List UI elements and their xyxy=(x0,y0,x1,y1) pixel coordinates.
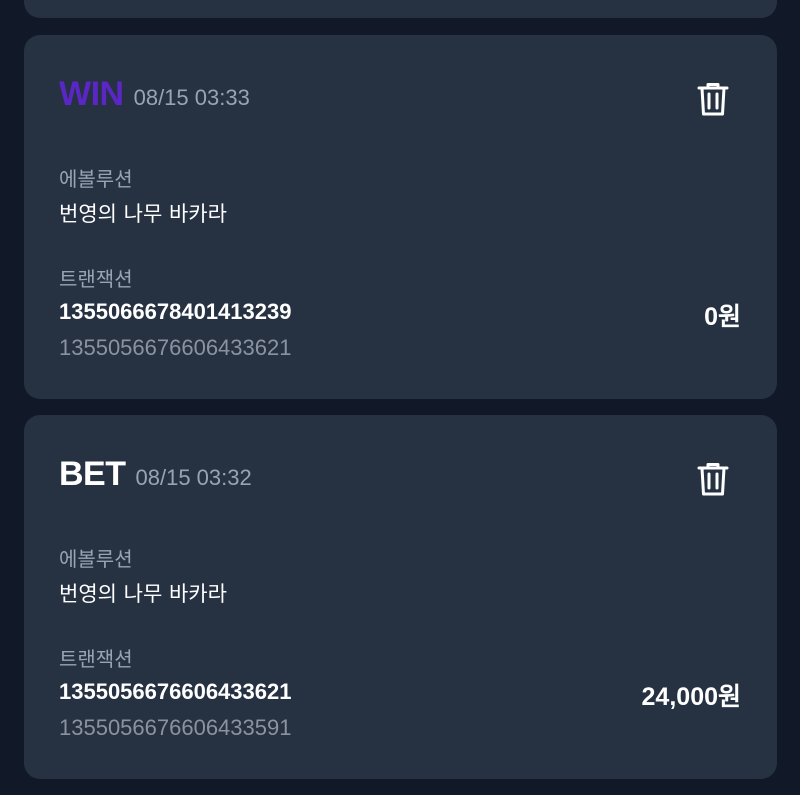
reference-id: 1355056676606433621 xyxy=(59,335,292,360)
transaction-type: BET xyxy=(59,455,126,493)
card-header: WIN 08/15 03:33 xyxy=(59,75,250,114)
transaction-amount: 0원 xyxy=(704,303,741,331)
transaction-label: 트랜잭션 xyxy=(59,267,133,291)
transaction-label: 트랜잭션 xyxy=(59,647,133,671)
transaction-id: 1355056676606433621 xyxy=(59,679,292,704)
game-name: 번영의 나무 바카라 xyxy=(59,202,227,226)
transaction-time: 08/15 03:32 xyxy=(135,465,252,490)
reference-id: 1355056676606433591 xyxy=(59,715,292,740)
provider-label: 에볼루션 xyxy=(59,167,133,191)
transaction-type: WIN xyxy=(59,75,124,113)
transaction-amount: 24,000원 xyxy=(641,683,741,711)
transaction-card: BET 08/15 03:32 에볼루션 번영의 나무 바카라 트랜잭션 135… xyxy=(24,415,777,779)
transaction-id: 1355066678401413239 xyxy=(59,299,292,324)
transaction-card: WIN 08/15 03:33 에볼루션 번영의 나무 바카라 트랜잭션 135… xyxy=(24,35,777,399)
game-name: 번영의 나무 바카라 xyxy=(59,582,227,606)
trash-icon[interactable] xyxy=(693,459,733,499)
card-header: BET 08/15 03:32 xyxy=(59,455,252,494)
transaction-card-partial xyxy=(24,0,777,18)
provider-label: 에볼루션 xyxy=(59,547,133,571)
trash-icon[interactable] xyxy=(693,79,733,119)
transaction-time: 08/15 03:33 xyxy=(133,85,250,110)
